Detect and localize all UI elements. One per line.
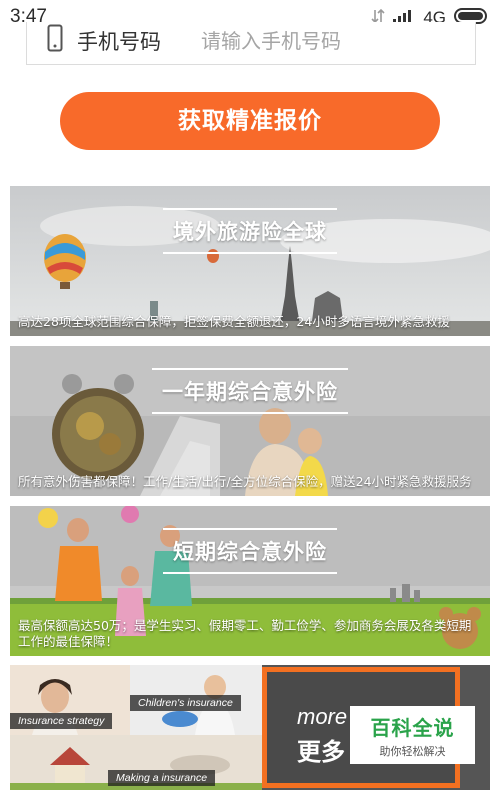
tile-tag: Insurance strategy: [10, 713, 113, 729]
get-quote-button[interactable]: 获取精准报价: [60, 92, 440, 150]
banner-short-term-accident[interactable]: 短期综合意外险 最高保额高达50万；是学生实习、假期零工、勤工俭学、参加商务会展…: [10, 506, 490, 656]
banner-description: 高达28项全球范围综合保障，拒签保费全额退还，24小时多语言境外紧急救援: [18, 314, 450, 329]
banner-title: 短期综合意外险: [163, 528, 337, 574]
watermark-subtitle: 助你轻松解决: [379, 745, 446, 758]
watermark-logo: 百科全说 助你轻松解决: [350, 706, 475, 764]
banner-title: 境外旅游险全球: [163, 208, 337, 254]
phone-icon: [47, 24, 63, 56]
banner-overseas-travel[interactable]: 境外旅游险全球 高达28项全球范围综合保障，拒签保费全额退还，24小时多语言境外…: [10, 186, 490, 336]
phone-label: 手机号码: [77, 30, 161, 54]
tile-insurance-strategy[interactable]: Insurance strategy: [10, 665, 130, 735]
more-label-cn: 更多: [297, 738, 345, 766]
banner-description: 所有意外伤害都保障！工作/生活/出行/全方位综合保险，赠送24小时紧急救援服务: [18, 474, 472, 489]
tile-making-insurance[interactable]: Making a insurance: [10, 735, 262, 790]
phone-field-row: 手机号码: [26, 22, 476, 65]
tile-childrens-insurance[interactable]: Children's insurance: [130, 665, 262, 735]
banner-annual-accident[interactable]: 一年期综合意外险 所有意外伤害都保障！工作/生活/出行/全方位综合保险，赠送24…: [10, 346, 490, 496]
tile-tag: Making a insurance: [108, 770, 216, 786]
phone-input[interactable]: [199, 24, 443, 58]
tile-tag: Children's insurance: [130, 695, 241, 711]
more-label-en: more: [297, 704, 348, 729]
watermark-title: 百科全说: [370, 716, 455, 740]
banner-description: 最高保额高达50万；是学生实习、假期零工、勤工俭学、参加商务会展及各类短期工作的…: [18, 618, 472, 649]
banner-title: 一年期综合意外险: [152, 368, 348, 414]
